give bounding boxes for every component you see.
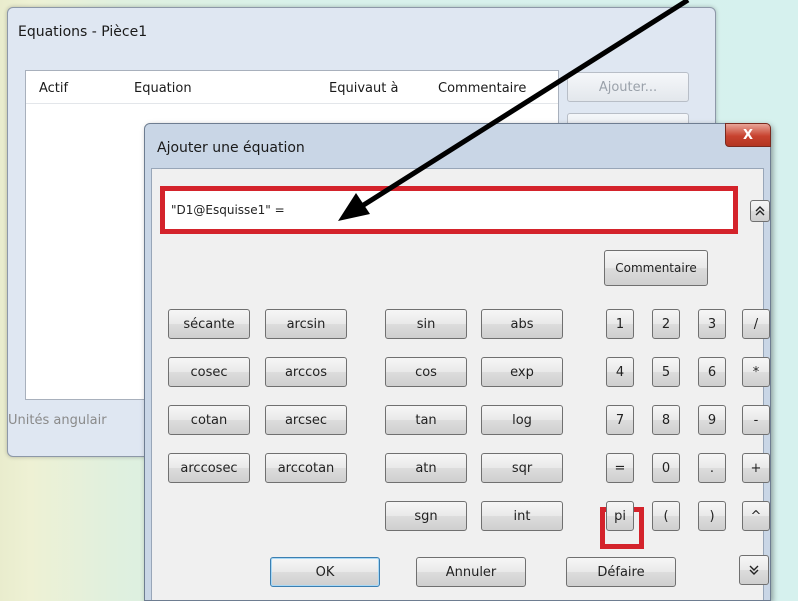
column-equation[interactable]: Equation — [134, 81, 192, 96]
function-button[interactable]: tan — [385, 405, 467, 435]
keypad-button[interactable]: 2 — [652, 309, 680, 339]
keypad-button[interactable]: + — [742, 453, 770, 483]
function-button[interactable]: int — [481, 501, 563, 531]
close-button[interactable]: X — [725, 123, 771, 147]
keypad-button[interactable]: 3 — [698, 309, 726, 339]
function-button[interactable]: arcsec — [265, 405, 347, 435]
function-button[interactable]: cos — [385, 357, 467, 387]
keypad-button[interactable]: / — [742, 309, 770, 339]
keypad-button[interactable]: 1 — [606, 309, 634, 339]
keypad-button[interactable]: 5 — [652, 357, 680, 387]
equation-field-highlight — [160, 186, 738, 234]
function-button[interactable]: cosec — [168, 357, 250, 387]
column-commentaire[interactable]: Commentaire — [438, 81, 526, 96]
expand-button[interactable] — [739, 555, 769, 585]
column-equivaut[interactable]: Equivaut à — [329, 81, 398, 96]
keypad-button[interactable]: pi — [606, 501, 634, 531]
function-button[interactable]: sgn — [385, 501, 467, 531]
function-button[interactable]: abs — [481, 309, 563, 339]
keypad-button[interactable]: 8 — [652, 405, 680, 435]
keypad-button[interactable]: ( — [652, 501, 680, 531]
function-button[interactable]: atn — [385, 453, 467, 483]
keypad-button[interactable]: . — [698, 453, 726, 483]
equation-input[interactable] — [169, 197, 473, 223]
undo-button[interactable]: Défaire — [566, 557, 676, 587]
function-button[interactable]: cotan — [168, 405, 250, 435]
add-equation-dialog: Ajouter une équation X Commentaire OK An… — [144, 123, 771, 601]
close-icon: X — [742, 127, 754, 143]
keypad-button[interactable]: - — [742, 405, 770, 435]
function-button[interactable]: arccotan — [265, 453, 347, 483]
dialog-body: Commentaire OK Annuler Défaire sécante ar… — [151, 168, 770, 600]
keypad-button[interactable]: 4 — [606, 357, 634, 387]
function-button[interactable]: arccos — [265, 357, 347, 387]
function-button[interactable]: sécante — [168, 309, 250, 339]
chevron-double-up-icon — [755, 206, 765, 216]
function-button[interactable]: arccosec — [168, 453, 250, 483]
equations-list-header: Actif Equation Equivaut à Commentaire — [26, 71, 558, 104]
function-button[interactable]: log — [481, 405, 563, 435]
column-actif[interactable]: Actif — [39, 81, 68, 96]
keypad-button[interactable]: = — [606, 453, 634, 483]
keypad-button[interactable]: 0 — [652, 453, 680, 483]
keypad-button[interactable]: 9 — [698, 405, 726, 435]
chevron-double-down-icon — [749, 565, 759, 575]
function-button[interactable]: arcsin — [265, 309, 347, 339]
equations-window-title: Equations - Pièce1 — [18, 24, 148, 40]
collapse-button[interactable] — [750, 200, 770, 222]
cancel-button[interactable]: Annuler — [416, 557, 526, 587]
keypad-button[interactable]: 7 — [606, 405, 634, 435]
keypad-button[interactable]: * — [742, 357, 770, 387]
angular-units-label: Unités angulair — [8, 413, 107, 428]
add-button[interactable]: Ajouter... — [567, 72, 689, 102]
keypad-button[interactable]: ) — [698, 501, 726, 531]
comment-button[interactable]: Commentaire — [604, 250, 708, 286]
function-button[interactable]: exp — [481, 357, 563, 387]
dialog-title: Ajouter une équation — [157, 140, 305, 156]
keypad-button[interactable]: 6 — [698, 357, 726, 387]
function-button[interactable]: sqr — [481, 453, 563, 483]
keypad-button[interactable]: ^ — [742, 501, 770, 531]
ok-button[interactable]: OK — [270, 557, 380, 587]
function-button[interactable]: sin — [385, 309, 467, 339]
